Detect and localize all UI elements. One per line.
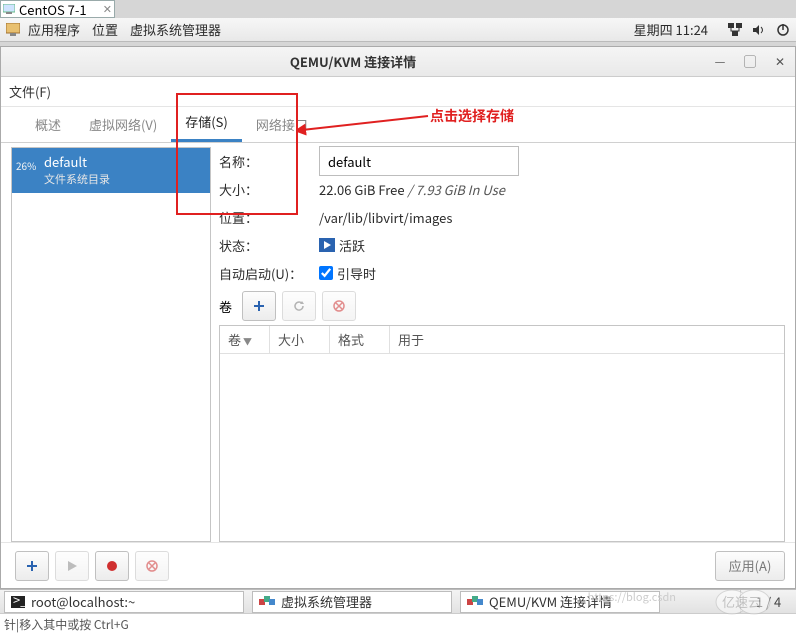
col-volume[interactable]: 卷▼ [220,326,270,353]
system-tray [728,23,790,37]
volume-grid[interactable]: 卷▼ 大小 格式 用于 [219,325,785,542]
window-title: QEMU/KVM 连接详情 [1,52,705,71]
volume-icon[interactable] [752,23,766,37]
col-format[interactable]: 格式 [330,326,390,353]
plus-icon [25,559,39,573]
minimize-button[interactable]: — [705,53,735,70]
vm-viewer-tab[interactable]: CentOS 7-1 ✕ [0,0,115,18]
value-size: 22.06 GiB Free / 7.93 GiB In Use [319,180,505,199]
apply-button[interactable]: 应用(A) [715,551,785,581]
gnome-top-panel: 应用程序 位置 虚拟系统管理器 星期四 11:24 [0,18,796,42]
hint-bar: 针|移入其中或按 Ctrl+G [0,613,796,633]
sort-caret-icon: ▼ [243,335,252,348]
titlebar: QEMU/KVM 连接详情 — ▢ ✕ [1,47,795,77]
plus-icon [252,299,266,313]
annotation-text: 点击选择存储 [430,106,514,126]
close-icon[interactable]: ✕ [103,1,112,17]
menu-applications[interactable]: 应用程序 [28,20,80,39]
col-used-by[interactable]: 用于 [390,326,784,353]
svg-text:亿速云: 亿速云 [722,592,761,611]
close-button[interactable]: ✕ [765,53,795,70]
watermark-url: https://blog.csdn [588,589,676,605]
volume-toolbar: 卷 [219,291,785,321]
label-name: 名称： [219,152,319,171]
value-location: /var/lib/libvirt/images [319,208,452,227]
label-state: 状态： [219,236,319,255]
refresh-icon [292,299,306,313]
task-terminal[interactable]: >_ root@localhost:~ [4,591,244,613]
network-icon[interactable] [728,23,742,37]
play-icon [66,560,78,572]
vmm-task-icon [467,596,483,608]
tabbar: 概述 虚拟网络(V) 存储(S) 网络接口 [1,107,795,143]
power-icon[interactable] [776,23,790,37]
stop-pool-button[interactable] [95,551,129,581]
menubar: 文件(F) [1,77,795,107]
task-virt-manager[interactable]: 虚拟系统管理器 [252,591,452,613]
play-icon [319,238,335,252]
value-autostart: 引导时 [337,264,376,283]
vmm-task-icon [259,596,275,608]
pool-item-default[interactable]: 26% default 文件系统目录 [12,148,210,193]
tab-overview[interactable]: 概述 [21,107,75,142]
add-volume-button[interactable] [242,291,276,321]
clock-label[interactable]: 星期四 11:24 [634,20,708,39]
connection-details-window: QEMU/KVM 连接详情 — ▢ ✕ 文件(F) 概述 虚拟网络(V) 存储(… [0,46,796,589]
menu-virt-manager[interactable]: 虚拟系统管理器 [130,20,221,39]
label-location: 位置： [219,208,319,227]
terminal-icon: >_ [11,596,25,608]
tab-storage[interactable]: 存储(S) [171,104,242,142]
menu-file[interactable]: 文件(F) [9,82,51,101]
delete-volume-button[interactable] [322,291,356,321]
window-actions: 应用(A) [1,542,795,588]
refresh-volume-button[interactable] [282,291,316,321]
pool-name-input[interactable] [319,146,519,176]
delete-icon [332,299,346,313]
watermark-logo: 亿速云 [714,587,784,617]
add-pool-button[interactable] [15,551,49,581]
label-volumes: 卷 [219,297,232,316]
vm-icon [3,4,15,14]
gnome-taskbar: >_ root@localhost:~ 虚拟系统管理器 QEMU/KVM 连接详… [0,589,796,613]
storage-pool-list[interactable]: 26% default 文件系统目录 [11,147,211,542]
tab-network-interfaces[interactable]: 网络接口 [242,107,322,142]
vm-tab-label: CentOS 7-1 [19,0,87,19]
pool-subtitle: 文件系统目录 [44,171,204,187]
task-vmm-label: 虚拟系统管理器 [281,592,372,611]
pool-details: 名称： 大小： 22.06 GiB Free / 7.93 GiB In Use… [219,147,785,542]
delete-icon [145,559,159,573]
label-size: 大小： [219,180,319,199]
col-size[interactable]: 大小 [270,326,330,353]
delete-pool-button[interactable] [135,551,169,581]
virt-manager-icon [6,23,20,37]
tab-virtual-networks[interactable]: 虚拟网络(V) [75,107,171,142]
label-autostart: 自动启动(U)： [219,264,319,283]
pool-usage-percent: 26% [16,158,40,173]
menu-places[interactable]: 位置 [92,20,118,39]
value-state: 活跃 [319,236,365,255]
content-area: 26% default 文件系统目录 名称： 大小： 22.06 GiB Fre… [1,143,795,542]
task-terminal-label: root@localhost:~ [31,592,135,611]
grid-header: 卷▼ 大小 格式 用于 [220,326,784,354]
autostart-checkbox[interactable] [319,266,333,280]
maximize-button[interactable]: ▢ [735,53,765,70]
record-icon [106,560,118,572]
svg-text:>_: >_ [13,596,25,608]
start-pool-button[interactable] [55,551,89,581]
pool-name: default [44,152,204,171]
